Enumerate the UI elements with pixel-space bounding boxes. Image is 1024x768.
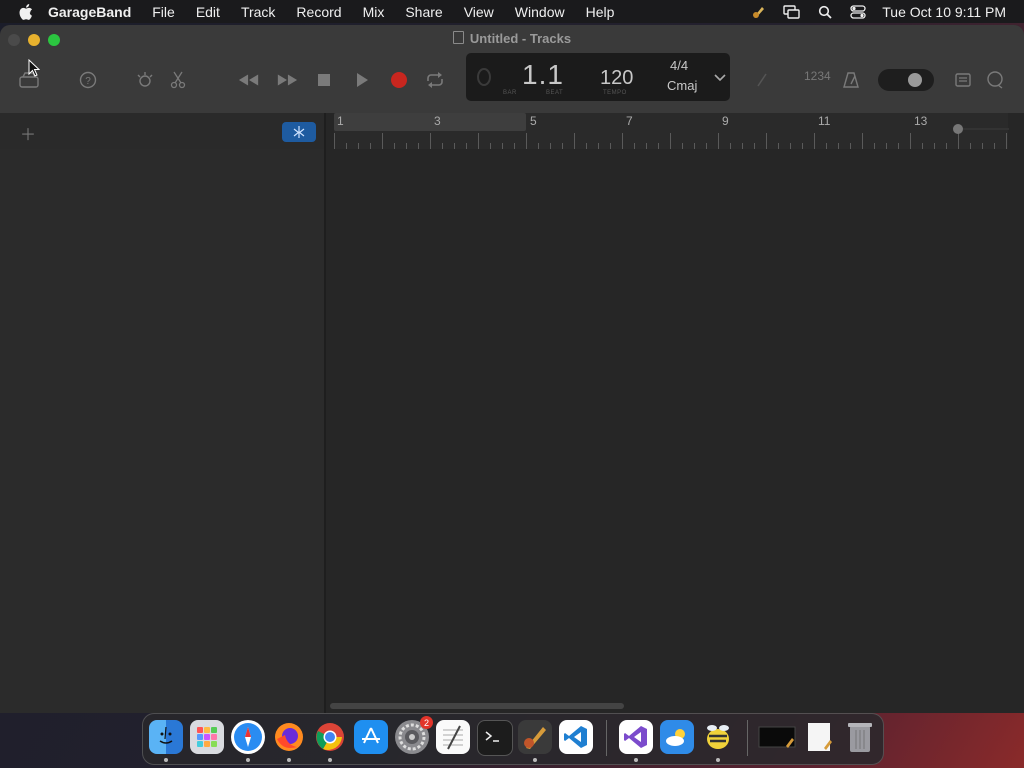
chevron-down-icon[interactable] (714, 69, 726, 87)
dock-separator-2 (747, 720, 748, 756)
editors-icon[interactable] (167, 69, 189, 91)
ruler-bar-1: 1 (337, 114, 344, 128)
play-icon[interactable] (351, 69, 373, 91)
vscode-icon[interactable] (559, 720, 593, 754)
lcd-display[interactable]: 1.1 BAR BEAT 120 TEMPO 4/4 Cmaj (466, 53, 730, 101)
zoom-slider-track[interactable] (963, 128, 1009, 130)
lcd-key[interactable]: Cmaj (667, 78, 697, 93)
cyberduck-icon[interactable] (701, 720, 735, 754)
count-in-button[interactable]: 1234 (804, 69, 831, 83)
visual-studio-running-indicator (634, 758, 638, 762)
chrome-icon[interactable] (313, 720, 347, 754)
weather-icon[interactable] (660, 720, 694, 754)
menu-mix[interactable]: Mix (363, 4, 385, 20)
apple-menu-icon[interactable] (18, 3, 34, 20)
garageband-status-icon[interactable] (750, 4, 768, 20)
garageband-running-indicator (533, 758, 537, 762)
settings-badge: 2 (420, 716, 433, 729)
title-bar: Untitled - Tracks ? 1.1 BAR BEAT 120 TEM… (0, 25, 1024, 113)
note-pad-icon[interactable] (952, 69, 974, 91)
timeline-ruler[interactable]: 1 3 5 7 9 11 13 (334, 113, 1008, 149)
menu-record[interactable]: Record (296, 4, 341, 20)
menu-file[interactable]: File (152, 4, 175, 20)
toggle-knob[interactable] (908, 73, 922, 87)
menu-app-name[interactable]: GarageBand (48, 4, 131, 20)
menu-share[interactable]: Share (405, 4, 442, 20)
stop-icon[interactable] (313, 69, 335, 91)
finder-icon[interactable] (149, 720, 183, 754)
minimized-window-preview-icon[interactable] (757, 720, 797, 754)
cyberduck-running-indicator (716, 758, 720, 762)
ruler-bar-13: 13 (914, 114, 928, 128)
lcd-position: 1.1 (522, 59, 564, 90)
garageband-window: Untitled - Tracks ? 1.1 BAR BEAT 120 TEM… (0, 25, 1024, 713)
horizontal-scrollbar[interactable] (330, 703, 624, 709)
firefox-running-indicator (287, 758, 291, 762)
zoom-slider-knob[interactable] (953, 124, 963, 134)
dock: 2 (142, 713, 884, 765)
textedit-icon[interactable] (436, 720, 470, 754)
visual-studio-icon[interactable] (619, 720, 653, 754)
window-title-text: Untitled - Tracks (469, 31, 572, 46)
menubar-clock[interactable]: Tue Oct 10 9:11 PM (882, 4, 1006, 20)
ruler-bar-5: 5 (530, 114, 537, 128)
minimized-document-icon[interactable] (803, 720, 837, 754)
tracks-area[interactable] (326, 149, 1024, 713)
lcd-time-signature[interactable]: 4/4 (670, 58, 688, 73)
terminal-icon[interactable] (477, 720, 513, 756)
ruler-bar-11: 11 (818, 114, 831, 128)
loop-browser-icon[interactable] (984, 69, 1006, 91)
tuner-icon[interactable] (751, 69, 773, 91)
ruler-ticks (334, 133, 1007, 149)
control-center-icon[interactable] (849, 4, 867, 20)
launchpad-icon[interactable] (190, 720, 224, 754)
svg-text:?: ? (85, 76, 91, 87)
garageband-icon[interactable] (518, 720, 552, 754)
chrome-running-indicator (328, 758, 332, 762)
trash-icon[interactable] (843, 720, 877, 754)
tracks-header: ＋ (0, 113, 326, 149)
ruler-bar-9: 9 (722, 114, 729, 128)
finder-running-indicator (164, 758, 168, 762)
metronome-icon[interactable] (840, 69, 862, 91)
dock-separator (606, 720, 607, 756)
system-settings-icon[interactable]: 2 (395, 716, 433, 754)
safari-running-indicator (246, 758, 250, 762)
lcd-tempo[interactable]: 120 (600, 67, 633, 90)
screen-mirroring-icon[interactable] (783, 4, 801, 20)
fast-forward-icon[interactable] (276, 69, 298, 91)
window-title: Untitled - Tracks (0, 31, 1024, 46)
add-track-button[interactable]: ＋ (20, 121, 36, 145)
app-store-icon[interactable] (354, 720, 388, 754)
cycle-region[interactable] (334, 113, 526, 131)
menu-help[interactable]: Help (586, 4, 615, 20)
lcd-bar-label: BAR (503, 90, 517, 96)
cycle-icon[interactable] (424, 69, 446, 91)
status-area: Tue Oct 10 9:11 PM (750, 0, 1024, 23)
firefox-icon[interactable] (272, 720, 306, 754)
menu-view[interactable]: View (464, 4, 494, 20)
automation-button[interactable] (282, 122, 316, 142)
record-icon[interactable] (388, 69, 410, 91)
menu-bar: GarageBand File Edit Track Record Mix Sh… (0, 0, 1024, 23)
menu-track[interactable]: Track (241, 4, 275, 20)
track-headers-pane[interactable] (0, 149, 324, 713)
master-volume-toggle[interactable] (878, 69, 934, 91)
document-icon (452, 31, 464, 44)
menu-edit[interactable]: Edit (196, 4, 220, 20)
ruler-bar-7: 7 (626, 114, 633, 128)
smart-controls-icon[interactable] (134, 69, 156, 91)
menu-window[interactable]: Window (515, 4, 565, 20)
safari-icon[interactable] (231, 720, 265, 754)
lcd-beat-label: BEAT (546, 90, 564, 96)
quick-help-icon[interactable]: ? (77, 69, 99, 91)
lcd-tempo-label: TEMPO (603, 90, 627, 96)
ruler-bar-3: 3 (434, 114, 441, 128)
rewind-icon[interactable] (238, 69, 260, 91)
mouse-cursor-icon (28, 58, 41, 82)
lcd-mode-icon[interactable] (466, 53, 502, 101)
spotlight-search-icon[interactable] (816, 4, 834, 20)
